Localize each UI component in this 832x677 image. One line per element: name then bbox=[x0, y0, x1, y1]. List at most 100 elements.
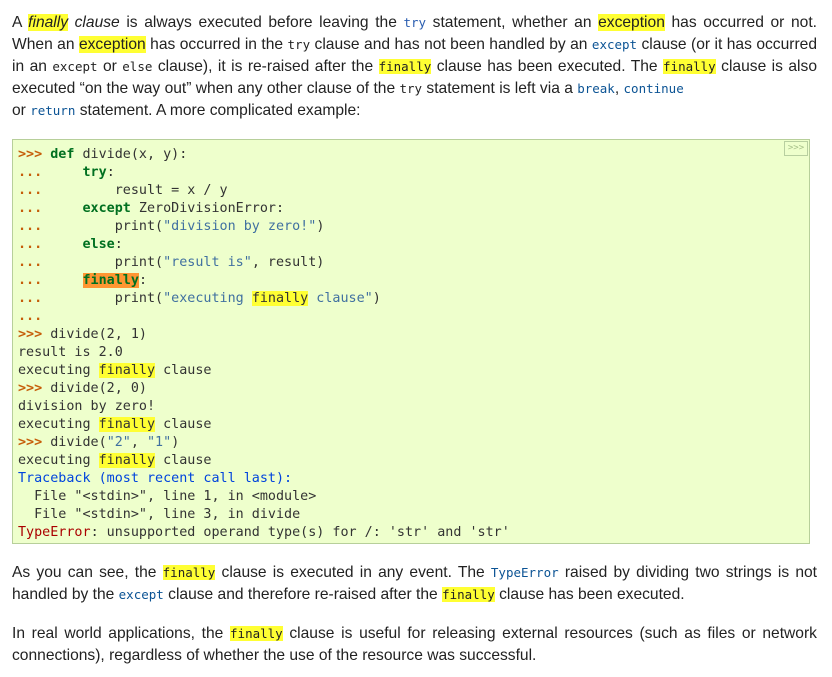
code-text: , result) bbox=[251, 255, 325, 270]
string-literal: "1" bbox=[147, 435, 172, 450]
inline-code-try: try bbox=[399, 81, 423, 96]
output-line: result is 2.0 bbox=[18, 345, 123, 360]
text: statement. A more complicated example: bbox=[75, 102, 361, 119]
search-highlight: finally bbox=[378, 59, 432, 74]
search-highlight: finally bbox=[663, 59, 716, 74]
real-world-paragraph: In real world applications, the finally … bbox=[12, 623, 817, 667]
search-highlight: finally bbox=[98, 363, 156, 378]
break-link-code[interactable]: break bbox=[577, 81, 615, 96]
keyword: except bbox=[82, 201, 131, 216]
prompt: ... bbox=[18, 255, 43, 270]
text: In real world applications, the bbox=[12, 625, 231, 642]
prompt: ... bbox=[18, 309, 43, 324]
text: or bbox=[97, 58, 123, 75]
code-text: divide(2, 1) bbox=[42, 327, 147, 342]
copy-prompt-toggle-button[interactable]: >>> bbox=[784, 141, 808, 156]
text: clause has been executed. The bbox=[431, 58, 664, 75]
traceback-header: Traceback (most recent call last): bbox=[18, 471, 293, 486]
search-highlight: finally bbox=[98, 453, 156, 468]
error-message: : unsupported operand type(s) for /: 'st… bbox=[90, 525, 510, 540]
text: statement is left via a bbox=[422, 80, 578, 97]
intro-paragraph: A finally clause is always executed befo… bbox=[12, 12, 817, 122]
text: clause and has not been handled by an bbox=[310, 36, 592, 53]
prompt: ... bbox=[18, 165, 43, 180]
prompt: ... bbox=[18, 183, 43, 198]
output-line: executing bbox=[18, 417, 99, 432]
current-search-highlight: finally bbox=[82, 273, 139, 288]
string-literal: clause" bbox=[308, 291, 373, 306]
search-highlight: finally bbox=[230, 626, 283, 641]
output-line: clause bbox=[155, 453, 212, 468]
text: As you can see, the bbox=[12, 564, 163, 581]
search-highlight: finally bbox=[251, 291, 309, 306]
text: has occurred in the bbox=[145, 36, 288, 53]
code-text: result = x / y bbox=[50, 183, 228, 198]
search-highlight: finally bbox=[98, 417, 156, 432]
code-text: divide(x, y): bbox=[74, 147, 188, 162]
traceback-frame: File "<stdin>", line 3, in divide bbox=[18, 507, 301, 522]
text: clause is executed in any event. The bbox=[215, 564, 491, 581]
inline-code-try: try bbox=[287, 37, 311, 52]
text: statement, whether an bbox=[426, 14, 599, 31]
prompt: ... bbox=[18, 291, 43, 306]
prompt: >>> bbox=[18, 435, 43, 450]
string-literal: "result is" bbox=[163, 255, 252, 270]
code-text: print( bbox=[50, 219, 164, 234]
code-text: ZeroDivisionError: bbox=[130, 201, 285, 216]
except-link[interactable]: except bbox=[592, 36, 637, 53]
inline-code-else: else bbox=[122, 59, 153, 74]
code-text: ) bbox=[316, 219, 325, 234]
search-highlight: finally bbox=[28, 14, 69, 31]
code-listing: >>> def divide(x, y): ... try: ... resul… bbox=[18, 146, 510, 542]
code-text: : bbox=[138, 273, 147, 288]
prompt: ... bbox=[18, 201, 43, 216]
prompt: ... bbox=[18, 237, 43, 252]
code-text: divide(2, 0) bbox=[42, 381, 147, 396]
output-line: executing bbox=[18, 363, 99, 378]
typeerror-link[interactable]: TypeError bbox=[491, 564, 559, 581]
except-link[interactable]: except bbox=[119, 586, 164, 603]
typeerror-link-code[interactable]: TypeError bbox=[491, 565, 559, 580]
inline-code-except: except bbox=[52, 59, 98, 74]
continue-link-code[interactable]: continue bbox=[624, 81, 684, 96]
text: , bbox=[614, 80, 624, 97]
code-text: : bbox=[114, 237, 123, 252]
code-text: : bbox=[106, 165, 115, 180]
continue-link[interactable]: continue bbox=[624, 80, 684, 97]
output-line: clause bbox=[155, 363, 212, 378]
text: A bbox=[12, 14, 29, 31]
keyword: def bbox=[50, 147, 75, 162]
text: clause), it is re-raised after the bbox=[152, 58, 379, 75]
except-link-code[interactable]: except bbox=[119, 587, 164, 602]
string-literal: "2" bbox=[106, 435, 131, 450]
prompt: >>> bbox=[18, 327, 43, 342]
return-link[interactable]: return bbox=[30, 102, 75, 119]
code-text: print( bbox=[50, 255, 164, 270]
search-highlight: exception bbox=[78, 36, 146, 53]
code-text: , bbox=[130, 435, 147, 450]
string-literal: "executing bbox=[163, 291, 252, 306]
prompt: >>> bbox=[18, 147, 43, 162]
prompt: ... bbox=[18, 273, 43, 288]
inline-code-try: try bbox=[403, 15, 427, 30]
break-link[interactable]: break bbox=[577, 80, 615, 97]
keyword: try bbox=[82, 165, 107, 180]
except-link-code[interactable]: except bbox=[592, 37, 637, 52]
output-line: executing bbox=[18, 453, 99, 468]
text: clause has been executed. bbox=[494, 586, 685, 603]
return-link-code[interactable]: return bbox=[30, 103, 75, 118]
prompt: ... bbox=[18, 219, 43, 234]
output-line: division by zero! bbox=[18, 399, 156, 414]
text: clause and therefore re-raised after the bbox=[163, 586, 443, 603]
code-text: ) bbox=[171, 435, 180, 450]
string-literal: "division by zero!" bbox=[163, 219, 317, 234]
output-line: clause bbox=[155, 417, 212, 432]
search-highlight: finally bbox=[442, 587, 495, 602]
code-text: divide( bbox=[42, 435, 107, 450]
search-highlight: finally bbox=[162, 565, 216, 580]
prompt: >>> bbox=[18, 381, 43, 396]
text: clause bbox=[68, 14, 120, 31]
text: is always executed before leaving the bbox=[119, 14, 404, 31]
code-text: print( bbox=[50, 291, 164, 306]
explanation-paragraph: As you can see, the finally clause is ex… bbox=[12, 562, 817, 606]
